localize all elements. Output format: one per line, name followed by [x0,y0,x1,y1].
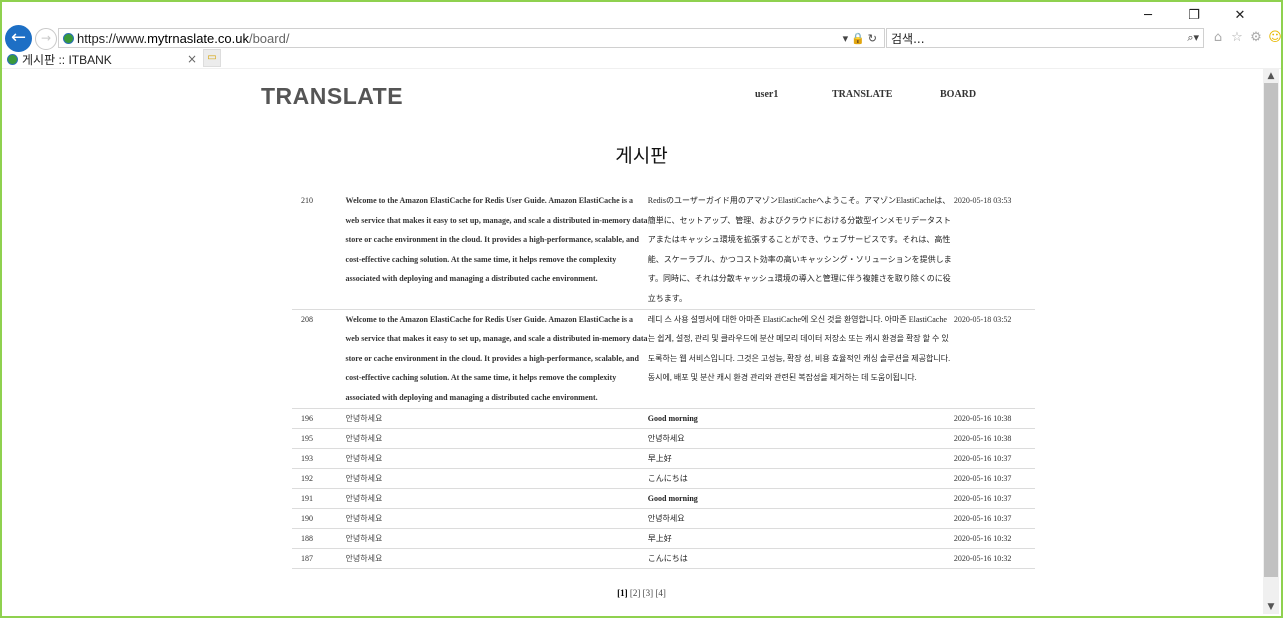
post-date: 2020-05-18 03:52 [953,309,1035,409]
minimize-button[interactable]: ─ [1125,6,1171,26]
post-id: 193 [292,448,346,469]
page-link[interactable]: [2] [630,588,641,598]
settings-gear-icon[interactable]: ⚙ [1248,30,1264,45]
table-row[interactable]: 190 안녕하세요 안녕하세요 2020-05-16 10:37 [292,508,1035,529]
browser-toolbar-icons: ⌂ ☆ ⚙ ☺ [1210,30,1283,45]
board-table: 210 Welcome to the Amazon ElastiCache fo… [292,191,1035,569]
page-title: 게시판 [615,145,668,167]
address-tools-icon[interactable]: ▾🔒↻ [843,32,884,45]
post-source-text[interactable]: Welcome to the Amazon ElastiCache for Re… [345,309,648,409]
back-arrow-icon: ← [10,27,27,48]
post-date: 2020-05-16 10:37 [953,448,1035,469]
post-source-text[interactable]: 안녕하세요 [345,428,648,449]
page-link[interactable]: [4] [655,588,666,598]
url-scheme: https://www. [77,30,148,46]
home-icon[interactable]: ⌂ [1210,30,1226,45]
post-source-text[interactable]: 안녕하세요 [345,488,648,509]
post-source-text[interactable]: 안녕하세요 [345,528,648,549]
post-date: 2020-05-16 10:38 [953,408,1035,429]
post-translation-text[interactable]: こんにちは [647,548,954,569]
table-row[interactable]: 210 Welcome to the Amazon ElastiCache fo… [292,191,1035,310]
new-tab-icon: ▭ [207,52,217,63]
pagination: [1] [2] [3] [4] [0,588,1283,598]
nav-board[interactable]: BOARD [940,89,976,100]
post-translation-text[interactable]: Good morning [647,488,954,509]
page-link[interactable]: [3] [643,588,654,598]
post-date: 2020-05-16 10:32 [953,548,1035,569]
toolbar-divider [2,68,1281,69]
post-translation-text[interactable]: 레디 스 사용 설명서에 대한 아마존 ElastiCache에 오신 것을 환… [647,309,954,409]
search-icon[interactable]: ⌕▾ [1187,31,1203,45]
favorites-star-icon[interactable]: ☆ [1229,30,1245,45]
post-date: 2020-05-16 10:37 [953,488,1035,509]
post-date: 2020-05-18 03:53 [953,191,1035,310]
post-id: 195 [292,428,346,449]
search-box[interactable]: 검색... ⌕▾ [886,28,1204,48]
tab-favicon-icon [7,53,18,65]
window-controls: ─ ❐ ✕ [1125,6,1263,26]
table-row[interactable]: 187 안녕하세요 こんにちは 2020-05-16 10:32 [292,548,1035,569]
post-date: 2020-05-16 10:32 [953,528,1035,549]
address-bar[interactable]: https://www.mytrnaslate.co.uk/board/ ▾🔒↻ [58,28,885,48]
site-favicon-icon [63,32,74,44]
restore-button[interactable]: ❐ [1171,6,1217,26]
search-input[interactable]: 검색... [887,30,1187,47]
post-source-text[interactable]: Welcome to the Amazon ElastiCache for Re… [345,191,648,310]
feedback-smiley-icon[interactable]: ☺ [1267,30,1283,45]
post-id: 190 [292,508,346,529]
table-row[interactable]: 193 안녕하세요 早上好 2020-05-16 10:37 [292,448,1035,469]
url-path: /board/ [248,30,290,46]
post-id: 187 [292,548,346,569]
post-id: 188 [292,528,346,549]
tab-close-icon[interactable]: × [187,52,201,66]
post-translation-text[interactable]: こんにちは [647,468,954,489]
browser-tab-active[interactable]: 게시판 :: ITBANK × [4,50,201,68]
url-host: mytrnaslate.co.uk [147,30,249,46]
table-row[interactable]: 191 안녕하세요 Good morning 2020-05-16 10:37 [292,488,1035,509]
post-date: 2020-05-16 10:37 [953,508,1035,529]
table-row[interactable]: 192 안녕하세요 こんにちは 2020-05-16 10:37 [292,468,1035,489]
post-translation-text[interactable]: Redisのユーザーガイド用のアマゾンElastiCacheへようこそ。アマゾン… [647,191,954,310]
table-row[interactable]: 208 Welcome to the Amazon ElastiCache fo… [292,309,1035,409]
close-window-button[interactable]: ✕ [1217,6,1263,26]
new-tab-button[interactable]: ▭ [203,49,221,67]
post-id: 191 [292,488,346,509]
post-date: 2020-05-16 10:38 [953,428,1035,449]
post-source-text[interactable]: 안녕하세요 [345,468,648,489]
page-link-current[interactable]: [1] [617,588,628,598]
post-source-text[interactable]: 안녕하세요 [345,408,648,429]
post-id: 196 [292,408,346,429]
post-translation-text[interactable]: 안녕하세요 [647,428,954,449]
tab-title: 게시판 :: ITBANK [22,52,112,67]
post-translation-text[interactable]: 早上好 [647,528,954,549]
scroll-up-icon[interactable]: ▲ [1263,69,1279,83]
forward-button[interactable]: → [35,28,57,50]
forward-arrow-icon: → [40,31,52,45]
brand-logo[interactable]: TRANSLATE [261,83,403,110]
scroll-down-icon[interactable]: ▼ [1263,600,1279,614]
post-translation-text[interactable]: Good morning [647,408,954,429]
post-source-text[interactable]: 안녕하세요 [345,548,648,569]
post-date: 2020-05-16 10:37 [953,468,1035,489]
address-url[interactable]: https://www.mytrnaslate.co.uk/board/ [77,31,843,46]
post-id: 208 [292,309,346,409]
post-source-text[interactable]: 안녕하세요 [345,508,648,529]
back-button[interactable]: ← [5,25,32,52]
table-row[interactable]: 196 안녕하세요 Good morning 2020-05-16 10:38 [292,408,1035,429]
post-translation-text[interactable]: 早上好 [647,448,954,469]
post-translation-text[interactable]: 안녕하세요 [647,508,954,529]
post-id: 210 [292,191,346,310]
post-source-text[interactable]: 안녕하세요 [345,448,648,469]
table-row[interactable]: 188 안녕하세요 早上好 2020-05-16 10:32 [292,528,1035,549]
post-id: 192 [292,468,346,489]
nav-translate[interactable]: TRANSLATE [832,89,892,100]
nav-user[interactable]: user1 [755,89,778,100]
table-row[interactable]: 195 안녕하세요 안녕하세요 2020-05-16 10:38 [292,428,1035,449]
